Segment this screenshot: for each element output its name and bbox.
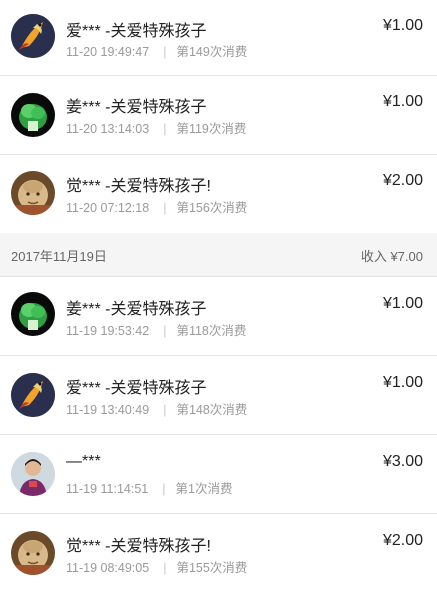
amount: ¥3.00	[382, 453, 423, 470]
person-photo-avatar	[11, 452, 55, 496]
buddha-avatar	[11, 171, 55, 215]
timestamp: 11-19 19:53:42	[66, 324, 150, 338]
donor-name: 姜*** -关爱特殊孩子	[66, 99, 207, 116]
divider: |	[163, 45, 167, 59]
consume-count: 第1次消费	[175, 482, 233, 496]
buddha-avatar	[11, 531, 55, 575]
divider: |	[163, 201, 167, 215]
list-item[interactable]: 姜*** -关爱特殊孩子 ¥1.00 11-19 19:53:42 | 第118次消…	[0, 277, 437, 356]
meta-line: 11-20 19:49:47 | 第149次消费	[66, 41, 247, 60]
list-item[interactable]: —*** ¥3.00 11-19 11:14:51 | 第1次消费	[0, 435, 437, 514]
donor-name: —***	[66, 453, 101, 470]
meta-line: 11-20 13:14:03 | 第119次消费	[66, 118, 246, 137]
koi-fish-avatar	[11, 373, 55, 417]
divider: |	[162, 482, 166, 496]
consume-count: 第156次消费	[176, 201, 248, 215]
jade-cabbage-avatar	[11, 93, 55, 137]
meta-line: 11-19 13:40:49 | 第148次消费	[66, 399, 247, 418]
divider: |	[163, 561, 167, 575]
consume-count: 第148次消费	[176, 403, 248, 417]
koi-fish-avatar	[11, 14, 55, 58]
amount: ¥2.00	[382, 532, 423, 549]
transaction-list: 爱*** -关爱特殊孩子 ¥1.00 11-20 19:49:47 | 第149次消…	[0, 0, 437, 593]
section-date: 2017年11月19日	[11, 249, 107, 264]
jade-cabbage-avatar	[11, 292, 55, 336]
list-item[interactable]: 觉*** -关爱特殊孩子! ¥2.00 11-20 07:12:18 | 第156次…	[0, 155, 437, 233]
list-item[interactable]: 爱*** -关爱特殊孩子 ¥1.00 11-19 13:40:49 | 第148次消…	[0, 356, 437, 435]
meta-line: 11-19 11:14:51 | 第1次消费	[66, 478, 232, 497]
donor-name: 觉*** -关爱特殊孩子!	[66, 178, 211, 195]
divider: |	[163, 122, 167, 136]
divider: |	[163, 324, 167, 338]
donor-name: 觉*** -关爱特殊孩子!	[66, 538, 211, 555]
timestamp: 11-19 11:14:51	[66, 482, 149, 496]
consume-count: 第149次消费	[176, 45, 248, 59]
consume-count: 第119次消费	[176, 122, 247, 136]
amount: ¥1.00	[382, 374, 423, 391]
meta-line: 11-19 08:49:05 | 第155次消费	[66, 557, 247, 576]
consume-count: 第155次消费	[176, 561, 248, 575]
amount: ¥1.00	[382, 295, 423, 312]
amount: ¥1.00	[382, 93, 423, 110]
list-item[interactable]: 爱*** -关爱特殊孩子 ¥1.00 11-20 19:49:47 | 第149次消…	[0, 0, 437, 76]
timestamp: 11-20 19:49:47	[66, 45, 150, 59]
amount: ¥1.00	[382, 17, 423, 34]
timestamp: 11-19 13:40:49	[66, 403, 150, 417]
consume-count: 第118次消费	[176, 324, 247, 338]
meta-line: 11-19 19:53:42 | 第118次消费	[66, 320, 246, 339]
donor-name: 爱*** -关爱特殊孩子	[66, 23, 207, 40]
donor-name: 姜*** -关爱特殊孩子	[66, 301, 207, 318]
donor-name: 爱*** -关爱特殊孩子	[66, 380, 207, 397]
divider: |	[163, 403, 167, 417]
timestamp: 11-20 07:12:18	[66, 201, 150, 215]
date-section-header: 2017年11月19日 收入 ¥7.00	[0, 233, 437, 277]
amount: ¥2.00	[382, 172, 423, 189]
timestamp: 11-20 13:14:03	[66, 122, 150, 136]
section-income: 收入 ¥7.00	[360, 249, 423, 264]
meta-line: 11-20 07:12:18 | 第156次消费	[66, 197, 247, 216]
timestamp: 11-19 08:49:05	[66, 561, 150, 575]
list-item[interactable]: 姜*** -关爱特殊孩子 ¥1.00 11-20 13:14:03 | 第119次消…	[0, 76, 437, 155]
list-item[interactable]: 觉*** -关爱特殊孩子! ¥2.00 11-19 08:49:05 | 第155次…	[0, 514, 437, 593]
